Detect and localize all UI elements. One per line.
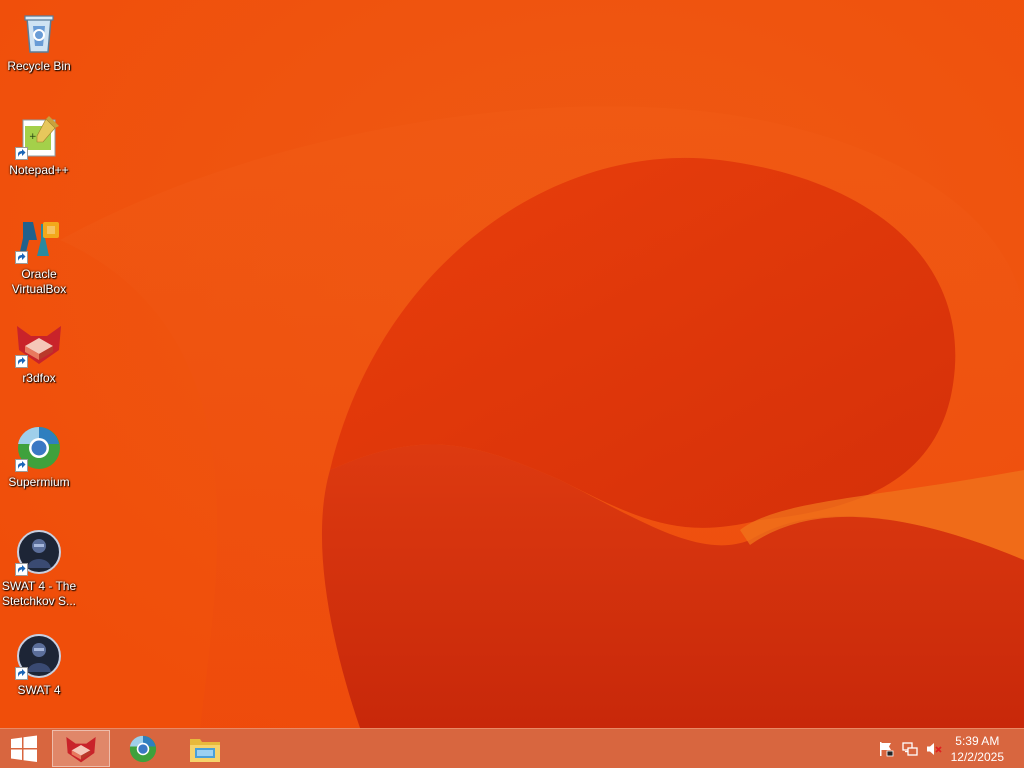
r3dfox-desktop-icon[interactable]: r3dfox: [1, 316, 77, 386]
swat4-stetchkov-desktop-icon[interactable]: SWAT 4 - The Stetchkov S...: [1, 524, 77, 609]
swat4-stetchkov-icon: [15, 528, 63, 576]
notepad-plus-plus-icon: ++: [15, 112, 63, 160]
virtualbox-icon: [15, 216, 63, 264]
volume-muted-icon[interactable]: [926, 741, 942, 757]
swat4-desktop-icon[interactable]: SWAT 4: [1, 628, 77, 698]
shortcut-arrow-icon: [15, 563, 28, 576]
taskbar-r3dfox-button[interactable]: [52, 730, 110, 767]
shortcut-arrow-icon: [15, 355, 28, 368]
desktop-icon-label: Supermium: [8, 475, 70, 489]
notepad-plus-plus-desktop-icon[interactable]: ++ Notepad++: [1, 108, 77, 178]
taskbar-file-explorer-button[interactable]: [176, 730, 234, 767]
desktop-icon-label: Notepad++: [9, 163, 69, 177]
clock-date: 12/2/2025: [950, 750, 1004, 764]
desktop-icon-label: Oracle VirtualBox: [11, 267, 67, 296]
file-explorer-icon: [190, 738, 220, 762]
desktop-icon-label: Recycle Bin: [7, 59, 71, 73]
windows-logo-icon: [11, 735, 37, 762]
desktop-icon-label: SWAT 4: [17, 683, 61, 697]
wallpaper: [0, 0, 1024, 728]
supermium-icon: [15, 424, 63, 472]
shortcut-arrow-icon: [15, 251, 28, 264]
r3dfox-icon: [66, 736, 96, 762]
recycle-bin-icon: [15, 8, 63, 56]
swat4-icon: [15, 632, 63, 680]
desktop-icon-label: r3dfox: [22, 371, 56, 385]
start-button[interactable]: [0, 730, 48, 767]
desktop[interactable]: Recycle Bin ++ Notepad++ Oracle VirtualB…: [0, 0, 1024, 728]
taskbar-supermium-button[interactable]: [114, 730, 172, 767]
recycle-bin-desktop-icon[interactable]: Recycle Bin: [1, 4, 77, 74]
supermium-icon: [129, 735, 157, 762]
action-center-flag-icon[interactable]: [878, 741, 894, 757]
clock-time: 5:39 AM: [955, 734, 1000, 748]
shortcut-arrow-icon: [15, 667, 28, 680]
supermium-desktop-icon[interactable]: Supermium: [1, 420, 77, 490]
virtualbox-desktop-icon[interactable]: Oracle VirtualBox: [1, 212, 77, 297]
system-tray: 5:39 AM 12/2/2025: [864, 729, 1024, 768]
shortcut-arrow-icon: [15, 147, 28, 160]
taskbar: 5:39 AM 12/2/2025: [0, 728, 1024, 768]
desktop-icon-label: SWAT 4 - The Stetchkov S...: [1, 579, 77, 608]
shortcut-arrow-icon: [15, 459, 28, 472]
network-icon[interactable]: [902, 741, 918, 757]
r3dfox-icon: [15, 320, 63, 368]
clock[interactable]: 5:39 AM 12/2/2025: [951, 733, 1004, 765]
